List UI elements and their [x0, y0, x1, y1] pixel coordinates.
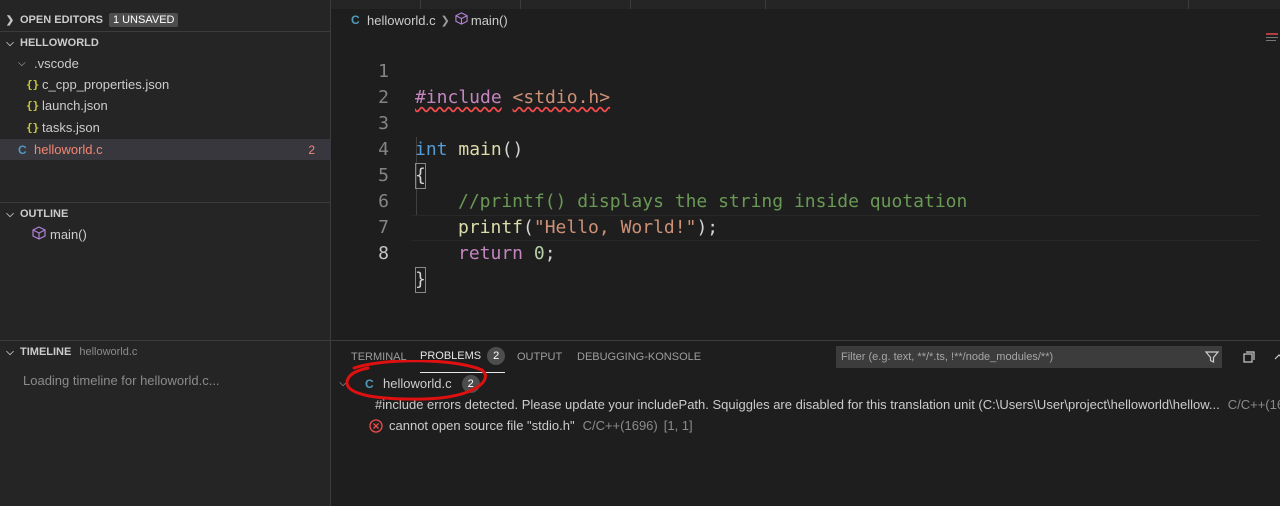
json-file-icon: {} [26, 121, 40, 134]
folder-title: HELLOWORLD [20, 37, 99, 49]
code-line: 5 //printf() displays the string inside … [331, 137, 1260, 212]
tab-label: DEBUGGING-KONSOLE [577, 351, 702, 363]
code-line: 7 return 0; [331, 189, 1260, 264]
problem-message: #include errors detected. Please update … [375, 397, 1220, 412]
tree-item-launch-json[interactable]: {} launch.json [0, 95, 331, 116]
chevron-up-icon[interactable] [1271, 349, 1280, 365]
tree-item-tasks-json[interactable]: {} tasks.json [0, 117, 331, 138]
problems-filter-input[interactable] [836, 346, 1222, 368]
editor-tabs-strip [331, 0, 1280, 9]
punctuation: ; [544, 243, 556, 264]
problem-item[interactable]: cannot open source file "stdio.h" C/C++(… [331, 415, 1280, 436]
tree-item-c-cpp-properties[interactable]: {} c_cpp_properties.json [0, 74, 331, 95]
filter-icon[interactable] [1204, 349, 1220, 365]
code-line: 2 [331, 59, 1260, 108]
tab-debug-console[interactable]: DEBUGGING-KONSOLE [577, 341, 701, 373]
explorer-sidebar: ❯ OPEN EDITORS 1 UNSAVED ⌵ HELLOWORLD ⌵ … [0, 0, 331, 506]
timeline-file: helloworld.c [79, 346, 138, 358]
breadcrumb-file[interactable]: helloworld.c [367, 13, 436, 28]
problem-message: cannot open source file "stdio.h" [389, 418, 575, 433]
timeline-title: TIMELINE [20, 346, 72, 358]
timeline-header[interactable]: ⌵ TIMELINE helloworld.c [0, 341, 331, 363]
chevron-right-icon: ❯ [5, 14, 15, 26]
outline-header[interactable]: ⌵ OUTLINE [0, 203, 331, 225]
breadcrumb-symbol[interactable]: main() [471, 13, 508, 28]
tree-item-label: helloworld.c [34, 142, 103, 157]
tree-item-label: .vscode [34, 56, 79, 71]
chevron-down-icon: ⌵ [6, 37, 14, 49]
code-line: 8 } [331, 215, 1260, 293]
problem-count: 2 [308, 142, 315, 157]
code-line: 1 #include <stdio.h> [331, 33, 1260, 108]
json-file-icon: {} [26, 78, 40, 91]
error-icon [369, 418, 383, 433]
tab-stub[interactable] [631, 0, 766, 9]
minimap-error-marker [1264, 31, 1280, 41]
open-editors-title: OPEN EDITORS [20, 14, 103, 26]
problems-count-badge: 2 [487, 347, 506, 365]
c-file-icon: C [18, 142, 27, 157]
code-line: 3 int main() [331, 85, 1260, 160]
c-file-icon: C [351, 13, 360, 27]
timeline-message: Loading timeline for helloworld.c... [23, 373, 220, 388]
code-line: 4 { [331, 111, 1260, 189]
chevron-down-icon: ⌵ [6, 346, 14, 358]
tree-item-vscode-folder[interactable]: ⌵ .vscode [0, 53, 331, 74]
tree-item-label: tasks.json [42, 120, 100, 135]
problem-location: [1, 1] [663, 418, 693, 433]
line-number: 8 [378, 243, 389, 264]
breadcrumb: C helloworld.c ❯ main() [331, 9, 1280, 31]
code-line: 6 printf("Hello, World!"); [331, 163, 1260, 238]
method-cube-icon [455, 12, 471, 28]
tab-stub[interactable] [521, 0, 631, 9]
tab-output[interactable]: OUTPUT [517, 341, 562, 373]
problem-source: C/C++(16 [1227, 397, 1280, 412]
outline-item-main[interactable]: main() [0, 224, 331, 245]
tab-label: OUTPUT [517, 351, 563, 363]
outline-item-label: main() [50, 227, 87, 242]
code-text: return 0; [458, 241, 556, 267]
helloworld-folder-header[interactable]: ⌵ HELLOWORLD [0, 32, 331, 54]
problem-source: C/C++(1696) [582, 418, 658, 433]
tree-item-label: launch.json [42, 98, 108, 113]
collapse-all-icon[interactable] [1241, 349, 1257, 365]
method-cube-icon [32, 226, 48, 243]
outline-title: OUTLINE [20, 208, 69, 220]
code-editor[interactable]: 1 #include <stdio.h> 2 3 int main() 4 { … [331, 31, 1280, 340]
close-brace: } [415, 267, 426, 293]
tree-item-label: c_cpp_properties.json [42, 77, 170, 92]
tree-item-helloworld-c[interactable]: C helloworld.c 2 [0, 139, 331, 160]
return-keyword: return [458, 243, 524, 264]
timeline-loading-message: Loading timeline for helloworld.c... [0, 370, 331, 391]
chevron-right-icon: ❯ [440, 14, 450, 27]
red-annotation-circle [345, 360, 487, 401]
number-literal: 0 [533, 243, 545, 264]
chevron-down-icon: ⌵ [6, 208, 14, 220]
json-file-icon: {} [26, 99, 40, 112]
unsaved-badge: 1 UNSAVED [108, 13, 179, 27]
chevron-down-icon: ⌵ [18, 58, 26, 69]
tab-stub[interactable] [331, 0, 421, 9]
tab-stub[interactable] [889, 0, 1189, 9]
open-editors-header[interactable]: ❯ OPEN EDITORS 1 UNSAVED [0, 9, 331, 31]
bottom-panel: TERMINAL PROBLEMS 2 OUTPUT DEBUGGING-KONS… [331, 340, 1280, 506]
tab-stub[interactable] [421, 0, 521, 9]
